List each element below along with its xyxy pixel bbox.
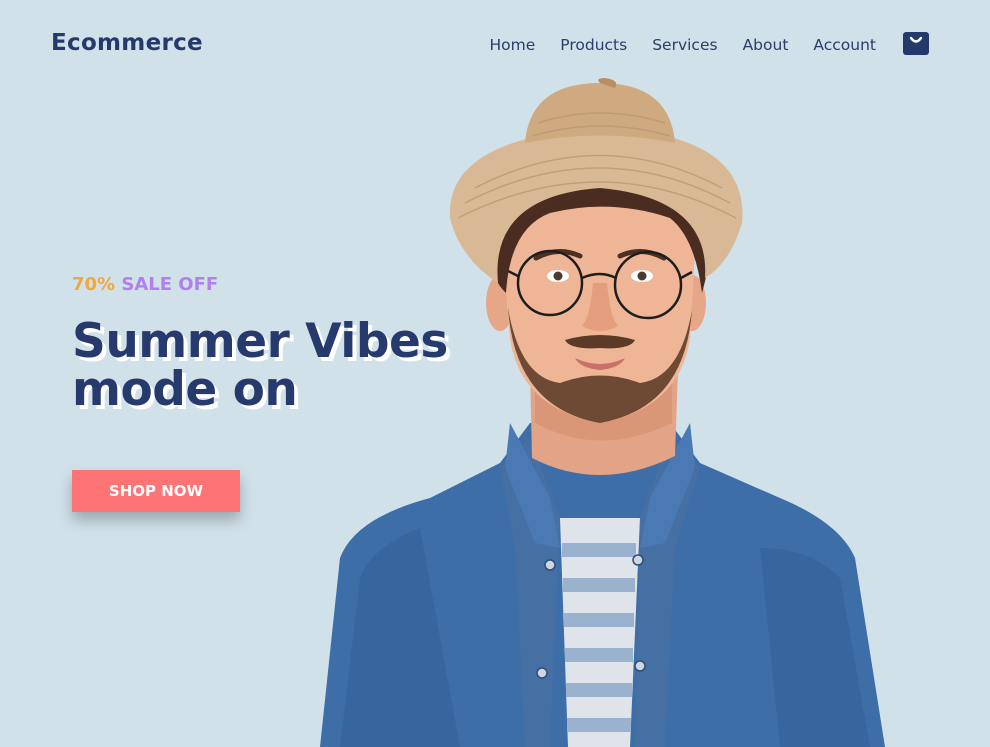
hero-model-image [320, 78, 885, 747]
page: Ecommerce Home Products Services About A… [0, 0, 990, 747]
shop-now-button[interactable]: SHOP NOW [72, 470, 240, 512]
sale-tagline: 70% SALE OFF [72, 274, 218, 295]
shopping-bag-icon[interactable] [903, 32, 929, 55]
nav-item-services[interactable]: Services [652, 36, 717, 54]
nav-item-account[interactable]: Account [813, 36, 876, 54]
nav-item-about[interactable]: About [743, 36, 789, 54]
sale-text: SALE OFF [121, 274, 219, 295]
site-logo[interactable]: Ecommerce [51, 30, 203, 56]
nav-item-products[interactable]: Products [560, 36, 627, 54]
main-nav: Home Products Services About Account [489, 36, 876, 54]
sale-percent: 70% [72, 274, 116, 295]
nav-item-home[interactable]: Home [489, 36, 535, 54]
